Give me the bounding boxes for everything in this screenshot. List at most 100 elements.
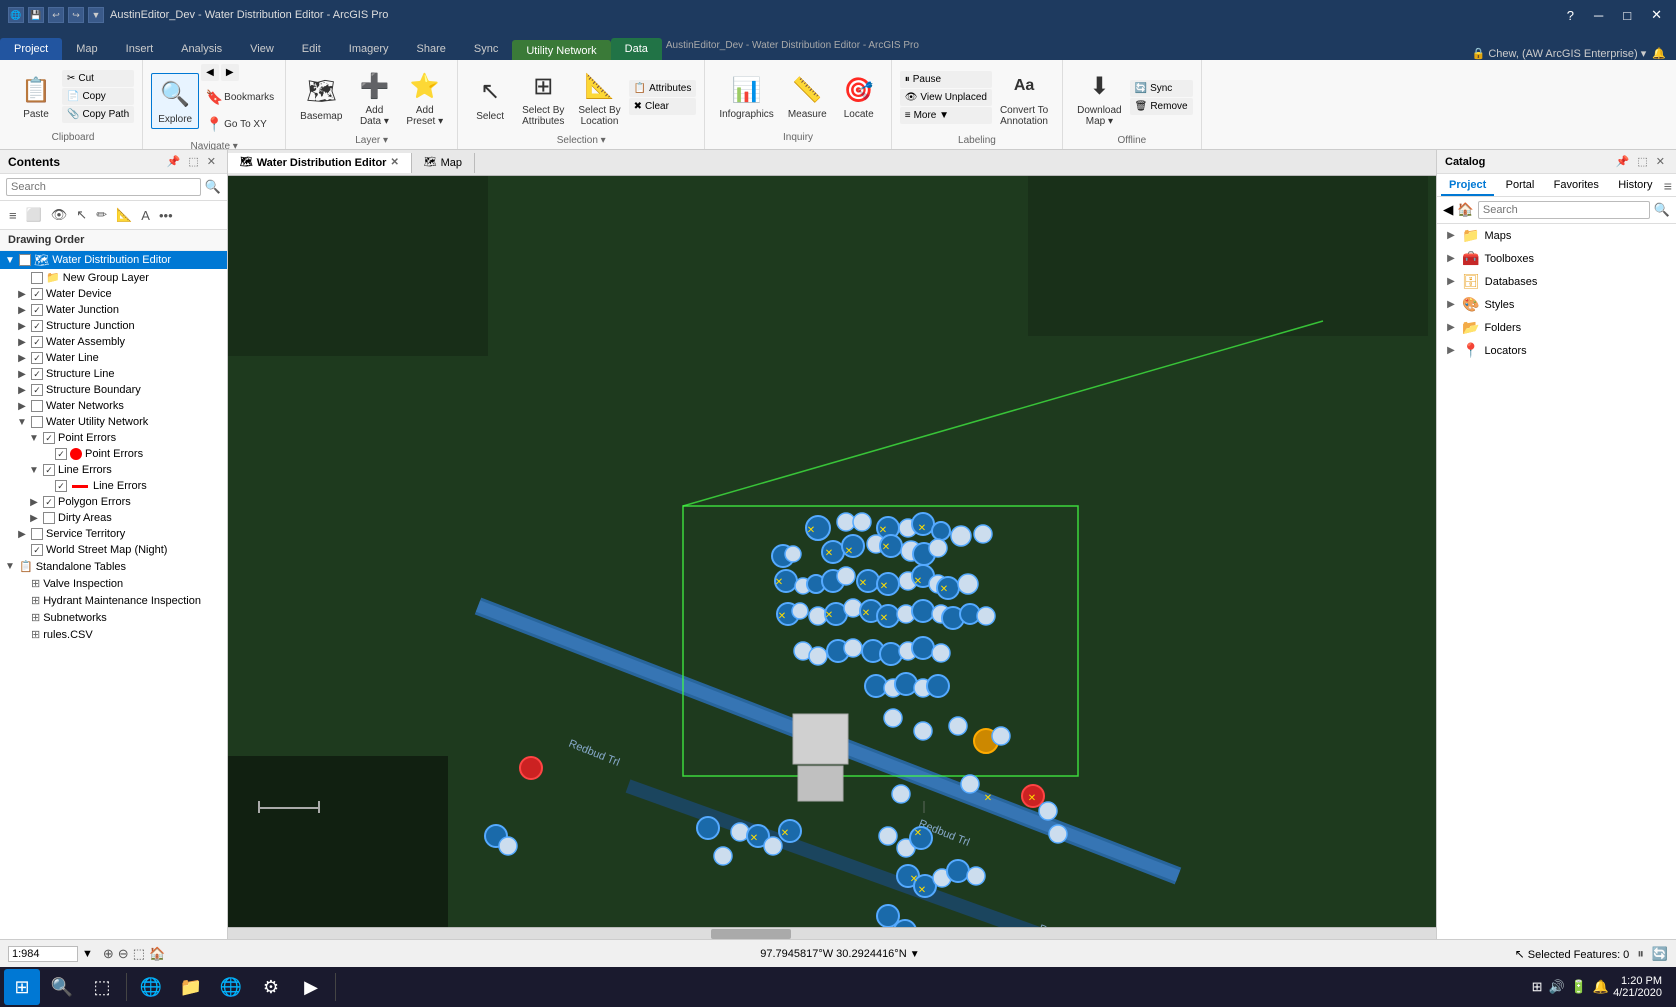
list-by-selection-btn[interactable]: ↖ (73, 204, 90, 226)
checkbox-dirty-areas[interactable] (43, 512, 55, 524)
list-by-snapping-btn[interactable]: 📐 (113, 204, 135, 226)
layer-point-errors-item[interactable]: Point Errors (0, 446, 227, 462)
tab-analysis[interactable]: Analysis (167, 38, 236, 60)
layer-water-assembly[interactable]: ▶ Water Assembly (0, 334, 227, 350)
redo-btn[interactable]: ↪ (68, 7, 84, 23)
expand-dirty-areas[interactable]: ▶ (28, 512, 40, 524)
help-btn[interactable]: ? (1561, 6, 1580, 25)
catalog-expand-locators[interactable]: ▶ (1445, 345, 1457, 357)
map-canvas[interactable]: Redbud Trl Redbud Trl Redbud Trl (228, 176, 1436, 939)
ie-btn[interactable]: 🌐 (133, 969, 169, 1005)
layer-structure-junction[interactable]: ▶ Structure Junction (0, 318, 227, 334)
view-unplaced-btn[interactable]: 👁 View Unplaced (900, 89, 992, 106)
layer-water-junction[interactable]: ▶ Water Junction (0, 302, 227, 318)
tab-utility-network[interactable]: Utility Network (512, 40, 610, 60)
cut-btn[interactable]: ✂ Cut (62, 70, 134, 87)
catalog-float-btn[interactable]: ⬚ (1634, 154, 1650, 169)
add-preset-btn[interactable]: ⭐ AddPreset ▾ (400, 64, 449, 131)
select-by-location-btn[interactable]: 📐 Select ByLocation (572, 64, 626, 131)
locate-btn[interactable]: 🎯 Locate (835, 68, 883, 124)
layer-polygon-errors[interactable]: ▶ Polygon Errors (0, 494, 227, 510)
zoom-in-btn[interactable]: ⊕ (103, 946, 114, 962)
tab-share[interactable]: Share (403, 38, 460, 60)
settings-btn[interactable]: ⚙ (253, 969, 289, 1005)
copy-path-btn[interactable]: 📎 Copy Path (62, 106, 134, 123)
home-btn[interactable]: 🏠 (149, 946, 165, 962)
save-btn[interactable]: 💾 (28, 7, 44, 23)
map-tab-map[interactable]: 🗺 Map (412, 153, 475, 173)
copy-btn[interactable]: 📄 Copy (62, 88, 134, 105)
layer-service-territory[interactable]: ▶ Service Territory (0, 526, 227, 542)
checkbox-line-errors-item[interactable] (55, 480, 67, 492)
layer-line-errors-item[interactable]: Line Errors (0, 478, 227, 494)
more-btn[interactable]: ≡ More ▼ (900, 107, 992, 124)
tab-insert[interactable]: Insert (112, 38, 168, 60)
arcgis-btn[interactable]: 🌐 (213, 969, 249, 1005)
layer-new-group[interactable]: 📁 New Group Layer (0, 269, 227, 286)
expand-point-errors-group[interactable]: ▼ (28, 432, 40, 444)
contents-search-input[interactable] (6, 178, 201, 196)
checkbox-world-street-map[interactable] (31, 544, 43, 556)
expand-structure-line[interactable]: ▶ (16, 368, 28, 380)
checkbox-line-errors-group[interactable] (43, 464, 55, 476)
remove-btn[interactable]: 🗑 Remove (1130, 98, 1193, 115)
layer-world-street-map[interactable]: World Street Map (Night) (0, 542, 227, 558)
layer-water-distribution-editor[interactable]: ▼ 🗺 Water Distribution Editor (0, 251, 227, 269)
coord-dropdown-btn[interactable]: ▼ (910, 949, 920, 960)
select-btn[interactable]: ↖ Select (466, 70, 514, 126)
catalog-back-btn[interactable]: ◀ (1443, 202, 1453, 218)
contents-search-btn[interactable]: 🔍 (205, 179, 221, 195)
layer-valve-inspection[interactable]: ⊞ Valve Inspection (0, 575, 227, 592)
list-by-editing-btn[interactable]: ✏ (93, 204, 110, 226)
close-btn[interactable]: ✕ (1645, 5, 1668, 25)
layer-point-errors-group[interactable]: ▼ Point Errors (0, 430, 227, 446)
map-tab-water-distribution[interactable]: 🗺 Water Distribution Editor ✕ (228, 153, 412, 173)
layer-dirty-areas[interactable]: ▶ Dirty Areas (0, 510, 227, 526)
checkbox-water-junction[interactable] (31, 304, 43, 316)
expand-line-errors-group[interactable]: ▼ (28, 464, 40, 476)
checkbox-water-dist-editor[interactable] (19, 254, 31, 266)
infographics-btn[interactable]: 📊 Infographics (713, 68, 779, 124)
catalog-tab-history[interactable]: History (1610, 176, 1660, 196)
layer-water-networks[interactable]: ▶ Water Networks (0, 398, 227, 414)
forward-btn[interactable]: ▶ (221, 64, 239, 81)
contents-close-btn[interactable]: ✕ (204, 154, 219, 169)
checkbox-structure-junction[interactable] (31, 320, 43, 332)
file-explorer-btn[interactable]: 📁 (173, 969, 209, 1005)
checkbox-service-territory[interactable] (31, 528, 43, 540)
catalog-tab-project[interactable]: Project (1441, 176, 1494, 196)
checkbox-point-errors-group[interactable] (43, 432, 55, 444)
task-view-btn[interactable]: ⬚ (84, 969, 120, 1005)
layer-line-errors-group[interactable]: ▼ Line Errors (0, 462, 227, 478)
layer-water-device[interactable]: ▶ Water Device (0, 286, 227, 302)
checkbox-point-errors-item[interactable] (55, 448, 67, 460)
paste-btn[interactable]: 📋 Paste (12, 68, 60, 124)
add-data-btn[interactable]: ➕ AddData ▾ (350, 64, 398, 131)
catalog-menu-btn[interactable]: ≡ (1664, 178, 1672, 194)
search-taskbar-btn[interactable]: 🔍 (44, 969, 80, 1005)
attributes-btn[interactable]: 📋 Attributes (629, 80, 697, 97)
layer-rules-csv[interactable]: ⊞ rules.CSV (0, 626, 227, 643)
tab-view[interactable]: View (236, 38, 288, 60)
expand-water-networks[interactable]: ▶ (16, 400, 28, 412)
expand-structure-junction[interactable]: ▶ (16, 320, 28, 332)
expand-water-assembly[interactable]: ▶ (16, 336, 28, 348)
layer-water-line[interactable]: ▶ Water Line (0, 350, 227, 366)
layer-standalone-tables[interactable]: ▼ 📋 Standalone Tables (0, 558, 227, 575)
catalog-search-btn[interactable]: 🔍 (1654, 202, 1670, 218)
go-to-xy-btn[interactable]: 📍 Go To XY (201, 111, 277, 137)
catalog-expand-maps[interactable]: ▶ (1445, 230, 1457, 242)
catalog-item-toolboxes[interactable]: ▶ 🧰 Toolboxes (1437, 247, 1676, 270)
catalog-expand-styles[interactable]: ▶ (1445, 299, 1457, 311)
catalog-tab-portal[interactable]: Portal (1498, 176, 1543, 196)
convert-to-annotation-btn[interactable]: Aa Convert ToAnnotation (994, 64, 1054, 131)
catalog-expand-folders[interactable]: ▶ (1445, 322, 1457, 334)
catalog-home-btn[interactable]: 🏠 (1457, 202, 1474, 218)
catalog-item-folders[interactable]: ▶ 📂 Folders (1437, 316, 1676, 339)
bookmarks-btn[interactable]: 🔖 Bookmarks (201, 84, 277, 110)
explore-btn[interactable]: 🔍 Explore (151, 73, 199, 129)
expand-service-territory[interactable]: ▶ (16, 528, 28, 540)
contents-float-btn[interactable]: ⬚ (185, 154, 201, 169)
start-btn[interactable]: ⊞ (4, 969, 40, 1005)
clear-btn[interactable]: ✖ Clear (629, 98, 697, 115)
